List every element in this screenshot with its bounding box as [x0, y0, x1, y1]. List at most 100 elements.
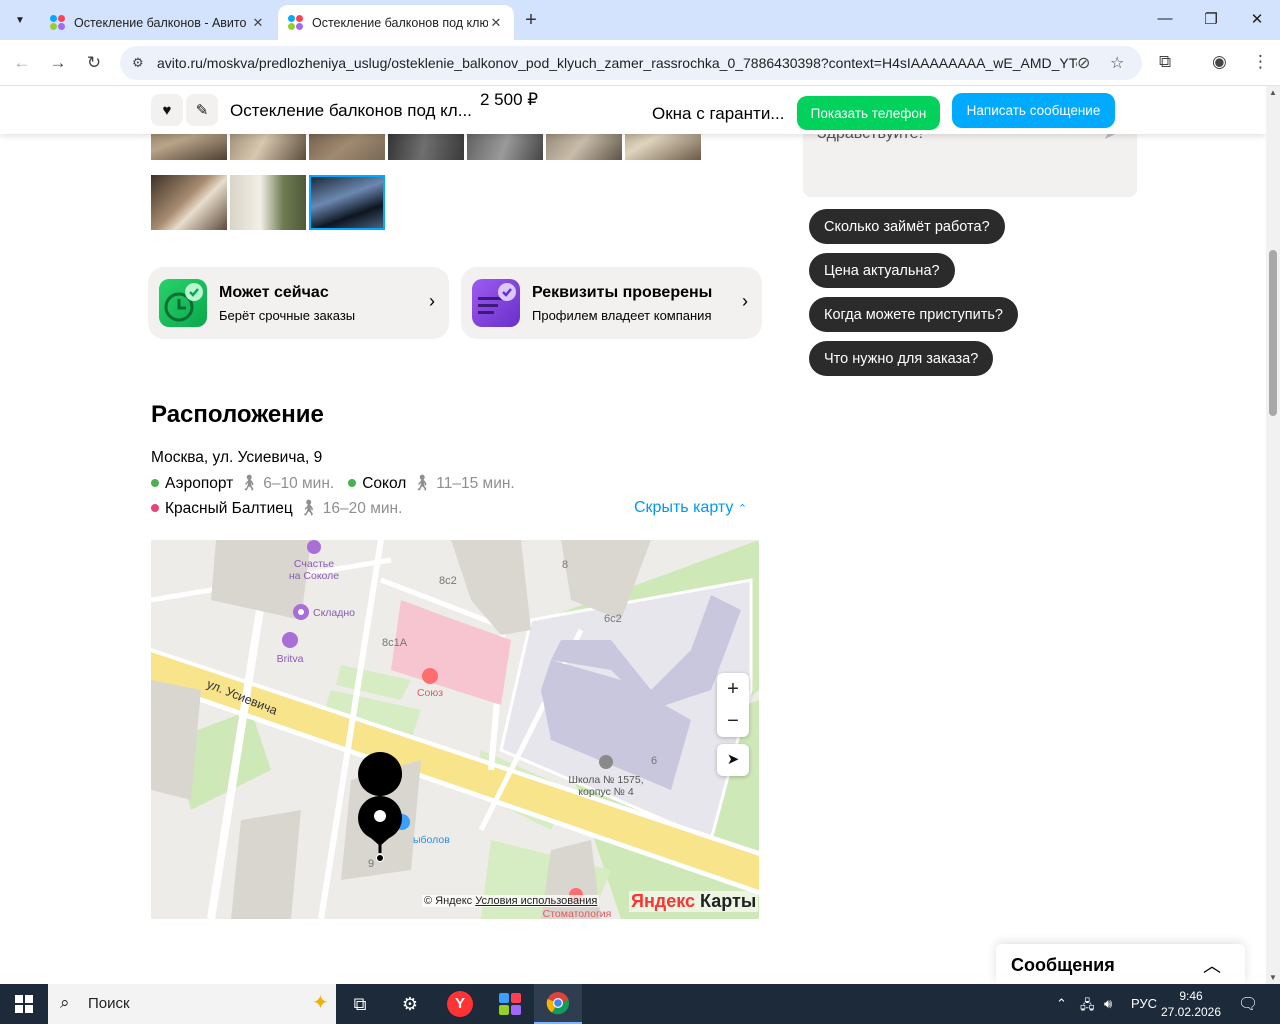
favorite-heart-icon[interactable]: ♥ — [151, 94, 183, 126]
metro-time: 16–20 мин. — [322, 500, 403, 517]
walk-icon: 🚶︎ — [298, 500, 319, 517]
taskbar-search[interactable]: ⌕ Поиск ✦ — [48, 984, 336, 1024]
close-tab-icon[interactable]: ✕ — [250, 15, 266, 31]
tracking-off-icon[interactable]: ⊘ — [1077, 53, 1090, 73]
badge-subtitle: Берёт срочные заказы — [219, 308, 356, 323]
map-label-8c2: 8с2 — [439, 575, 457, 587]
metro-time: 6–10 мин. — [263, 475, 335, 492]
quick-reply-price[interactable]: Цена актуальна? — [809, 253, 955, 288]
extensions-icon[interactable]: ⧉ — [1159, 52, 1171, 72]
language-indicator[interactable]: РУС — [1131, 996, 1157, 1011]
map-label-6c2: 6с2 — [604, 613, 622, 625]
metro-dot-icon — [348, 478, 357, 487]
badge-title: Может сейчас — [219, 284, 329, 301]
network-icon[interactable]: 🖧︎ — [1080, 996, 1095, 1018]
listing-title: Остеклeние балконов под кл... — [230, 101, 472, 120]
profile-icon[interactable]: ◉ — [1212, 52, 1227, 72]
quick-reply-duration[interactable]: Сколько займёт работа? — [809, 209, 1005, 244]
metro-time: 11–15 мин. — [436, 475, 515, 492]
map-label-school: Школа № 1575, — [568, 774, 643, 786]
clock-time: 9:46 — [1179, 989, 1203, 1003]
write-message-button[interactable]: Написать сообщение — [952, 93, 1115, 128]
search-label: Поиск — [88, 995, 130, 1012]
badge-subtitle: Профилем владеет компания — [532, 308, 712, 323]
gallery-thumbnail[interactable] — [151, 175, 227, 230]
taskbar-clock[interactable]: 9:46 27.02.2026 — [1160, 988, 1222, 1020]
map-label-skladno: Складно — [313, 607, 355, 619]
chevron-right-icon: › — [429, 291, 435, 311]
metro-station: Сокол — [362, 475, 407, 492]
metro-dot-icon — [151, 478, 159, 487]
address-text: Москва, ул. Усиевича, 9 — [151, 449, 323, 466]
quick-reply-requirements[interactable]: Что нужно для заказа? — [809, 341, 994, 376]
forward-arrow-icon[interactable]: → — [47, 52, 69, 74]
tab-avito-search[interactable]: Остекление балконов - Авито ✕ — [40, 5, 276, 40]
menu-dots-icon[interactable]: ⋮ — [1252, 52, 1269, 72]
metro-station: Аэропорт — [165, 475, 234, 492]
page-scrollbar[interactable]: ▲ ▼ — [1266, 86, 1280, 984]
badge-title: Реквизиты проверены — [532, 284, 713, 301]
yandex-map[interactable]: Счастье на Соколе Складно Britva 8с2 8 6… — [151, 540, 759, 919]
map-label-school-2: корпус № 4 — [578, 786, 634, 798]
chat-input-box[interactable]: Здравствуйте! ➤ — [803, 134, 1137, 197]
chrome-icon[interactable] — [534, 984, 582, 1024]
clock-date: 27.02.2026 — [1160, 1005, 1222, 1019]
address-bar[interactable]: ⚙ avito.ru/moskva/predlozheniya_uslug/os… — [120, 46, 1142, 80]
bookmark-star-icon[interactable]: ☆ — [1110, 53, 1124, 73]
badge-available-now[interactable]: Может сейчас Берёт срочные заказы › — [148, 267, 449, 339]
document-check-icon — [472, 279, 520, 327]
tab-search-button[interactable]: ▼ — [8, 8, 32, 32]
quick-reply-start[interactable]: Когда можете приступить? — [809, 297, 1018, 332]
map-copyright: © Яндекс Условия использования — [422, 895, 600, 907]
back-arrow-icon[interactable]: ← — [11, 52, 33, 74]
tray-chevron-up-icon[interactable]: ⌃ — [1056, 996, 1067, 1012]
notifications-icon[interactable]: 🗨︎ — [1238, 994, 1258, 1014]
walk-icon: 🚶︎ — [412, 475, 432, 492]
tab-listing[interactable]: Остекление балконов под клю ✕ — [278, 5, 514, 40]
scroll-down-icon[interactable]: ▼ — [1269, 973, 1277, 982]
hide-map-link[interactable]: Скрыть карту ⌃ — [634, 499, 747, 517]
badge-requisites-verified[interactable]: Реквизиты проверены Профилем владеет ком… — [461, 267, 762, 339]
map-label-6: 6 — [651, 755, 657, 767]
url-text[interactable]: avito.ru/moskva/predlozheniya_uslug/oste… — [157, 55, 1077, 71]
seller-name[interactable]: Окна с гаранти... — [652, 104, 784, 124]
close-tab-icon[interactable]: ✕ — [488, 15, 504, 31]
new-tab-plus-icon[interactable]: + — [520, 9, 542, 32]
chevron-right-icon: › — [742, 291, 748, 311]
restore-icon[interactable]: ❐ — [1201, 10, 1221, 28]
app-grid-icon[interactable] — [486, 984, 534, 1024]
metro-dot-icon — [151, 503, 159, 512]
map-terms-link[interactable]: Условия использования — [475, 895, 597, 907]
settings-gear-icon[interactable]: ⚙ — [386, 984, 434, 1024]
map-label-8c1a: 8с1А — [382, 637, 408, 649]
scrollbar-thumb[interactable] — [1269, 250, 1277, 416]
task-view-icon[interactable]: ⧉ — [336, 984, 384, 1024]
windows-start-icon[interactable] — [0, 984, 48, 1024]
page-viewport: Может сейчас Берёт срочные заказы › Рекв… — [0, 86, 1266, 984]
volume-icon[interactable]: 🔊︎ — [1104, 996, 1112, 1012]
avito-favicon-icon — [288, 14, 304, 31]
zoom-out-icon[interactable]: − — [717, 705, 749, 737]
chevron-up-icon: ⌃ — [737, 503, 748, 515]
geolocation-arrow-icon[interactable]: ➤ — [717, 744, 749, 776]
sticky-listing-header: ♥ ✎ Остеклeние балконов под кл... 2 500 … — [0, 86, 1266, 134]
windows-taskbar: ⌕ Поиск ✦ ⧉ ⚙ Y ⌃ 🖧︎ 🔊︎ РУС 9:46 27.02.2… — [0, 984, 1280, 1024]
yandex-browser-icon[interactable]: Y — [436, 984, 484, 1024]
show-phone-button[interactable]: Показать телефон — [797, 96, 940, 130]
gallery-thumbnail[interactable] — [230, 175, 306, 230]
chevron-up-icon[interactable]: ︿ — [1203, 952, 1221, 978]
yandex-maps-logo[interactable]: Яндекс Карты — [629, 891, 759, 912]
close-window-icon[interactable]: ✕ — [1247, 10, 1267, 28]
messages-panel[interactable]: Сообщения ︿ — [996, 944, 1245, 984]
map-label-stomat: Стоматология — [543, 908, 612, 919]
minimize-icon[interactable]: — — [1155, 10, 1175, 27]
reload-icon[interactable]: ↻ — [83, 52, 105, 74]
site-info-icon[interactable]: ⚙ — [132, 55, 144, 71]
scroll-up-icon[interactable]: ▲ — [1269, 88, 1277, 97]
walk-icon: 🚶︎ — [239, 475, 259, 492]
zoom-in-icon[interactable]: + — [717, 673, 749, 705]
note-icon[interactable]: ✎ — [186, 94, 218, 126]
gallery-thumbnail-selected[interactable] — [309, 175, 385, 230]
tab-title: Остекление балконов под клю — [312, 15, 488, 30]
send-arrow-icon[interactable]: ➤ — [1103, 134, 1115, 143]
